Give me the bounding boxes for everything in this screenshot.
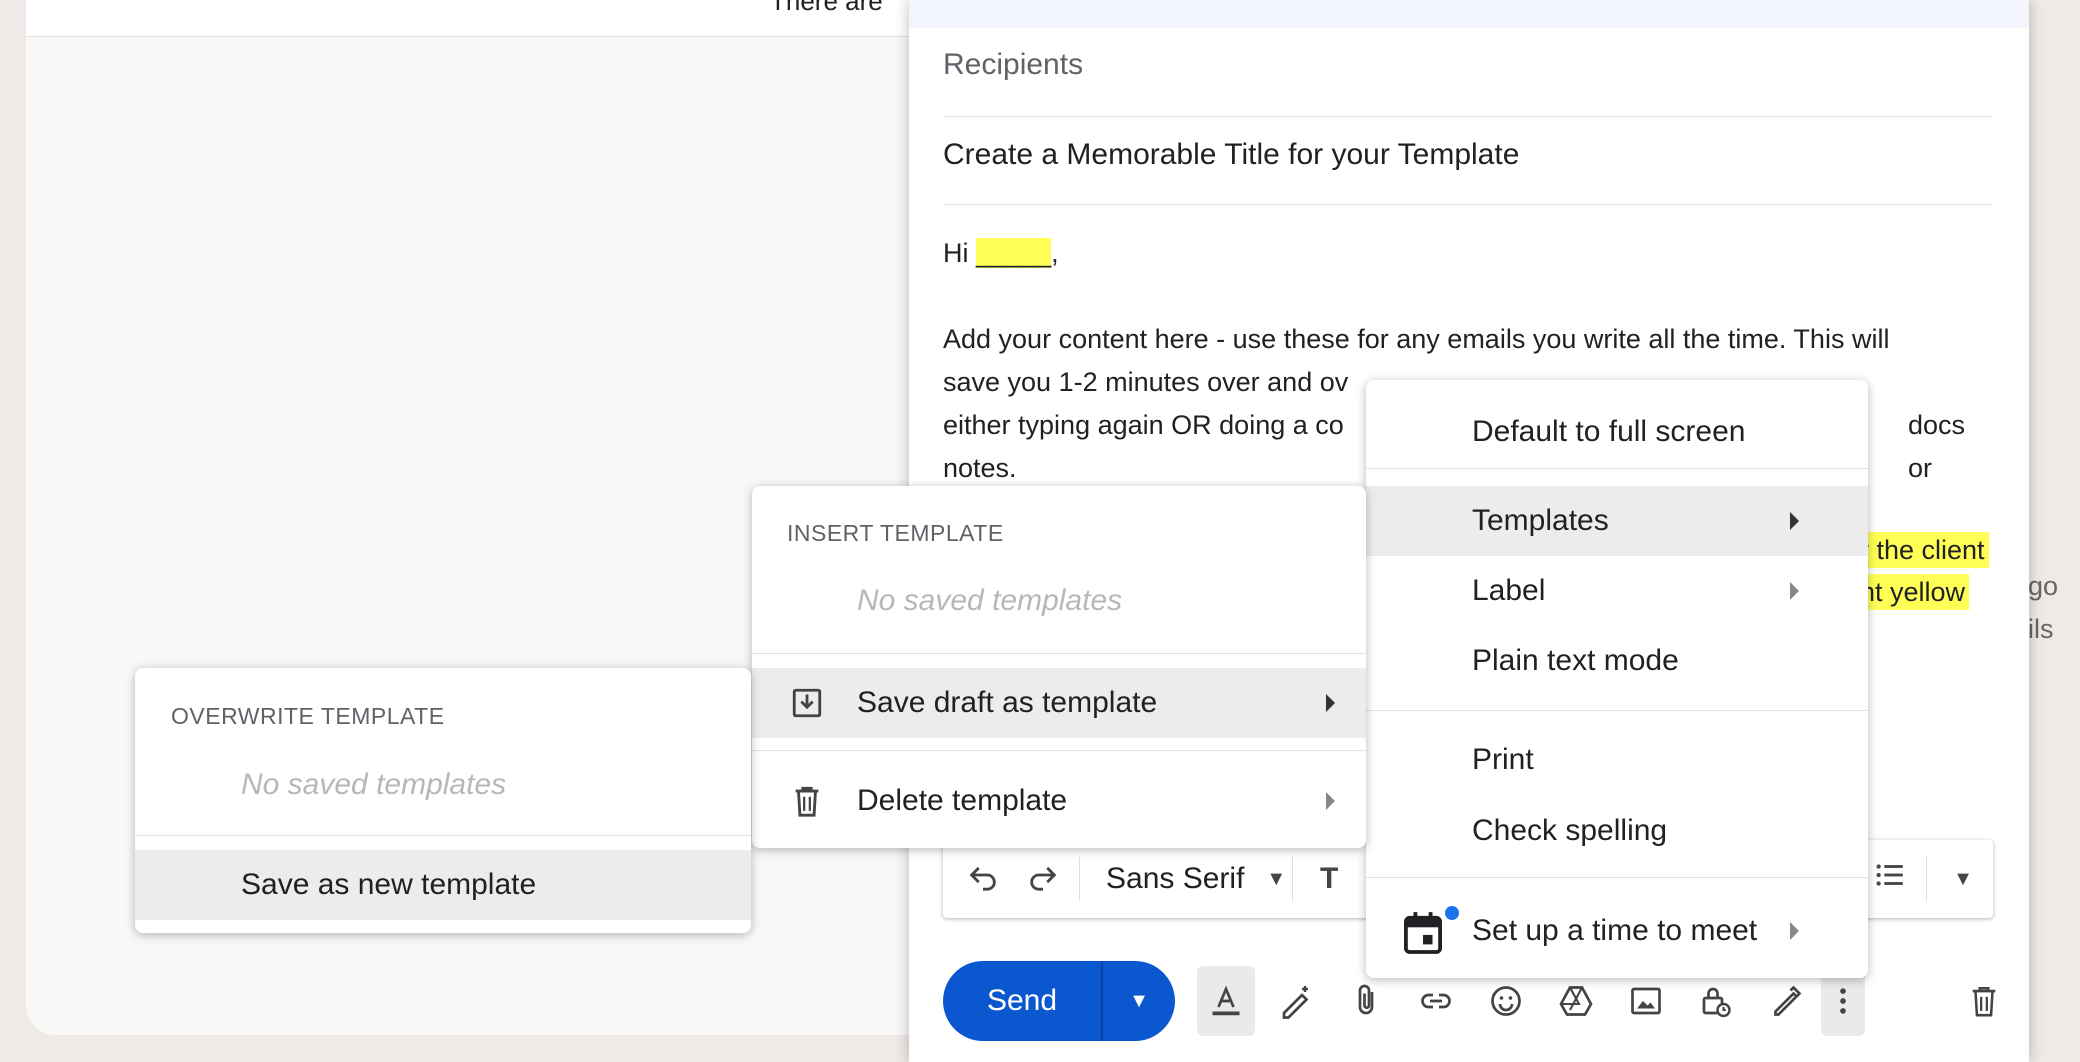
save-template-icon (790, 686, 824, 728)
save-draft-submenu: OVERWRITE TEMPLATE No saved templates Sa… (135, 668, 751, 933)
paragraph-line-3: either typing again OR doing a co (943, 410, 1344, 440)
no-saved-templates-text: No saved templates (857, 584, 1123, 617)
background-right-text-1: go (2028, 571, 2059, 601)
menu-item-label: Save draft as template (857, 686, 1158, 719)
menu-item-label: Check spelling (1472, 814, 1668, 847)
menu-item-label: Set up a time to meet (1472, 914, 1758, 947)
formatting-options-icon[interactable] (1197, 966, 1255, 1036)
toolbar-divider (1292, 857, 1294, 901)
menu-item-label-submenu[interactable]: Label (1366, 556, 1868, 626)
background-right-text-2: ils (2028, 614, 2054, 644)
menu-item-templates[interactable]: Templates (1366, 486, 1868, 556)
highlighted-text-1: r the client (1860, 532, 1989, 568)
menu-item-label: Save as new template (241, 868, 537, 901)
menu-item-check-spelling[interactable]: Check spelling (1366, 795, 1868, 867)
font-family-select[interactable]: Sans Serif (1106, 862, 1244, 896)
calendar-icon (1404, 912, 1442, 962)
submenu-arrow-icon (1326, 792, 1335, 810)
menu-item-save-draft-as-template[interactable]: Save draft as template (752, 668, 1366, 738)
discard-draft-icon[interactable] (1949, 966, 2019, 1036)
menu-item-default-full-screen[interactable]: Default to full screen (1366, 400, 1868, 464)
menu-item-label: Print (1472, 743, 1534, 776)
submenu-arrow-icon (1790, 922, 1799, 940)
text-size-icon[interactable]: T (1299, 862, 1359, 896)
menu-item-save-as-new-template[interactable]: Save as new template (135, 850, 751, 920)
menu-item-delete-template[interactable]: Delete template (752, 766, 1366, 836)
subject-text: Create a Memorable Title for your Templa… (943, 138, 1520, 171)
compose-header (909, 0, 2029, 28)
menu-item-print[interactable]: Print (1366, 725, 1868, 795)
background-peek-text: There are (770, 0, 883, 16)
recipients-field[interactable]: Recipients (943, 48, 1993, 117)
menu-divider (752, 750, 1366, 751)
menu-item-label: Delete template (857, 784, 1068, 817)
menu-item-plain-text-mode[interactable]: Plain text mode (1366, 626, 1868, 696)
more-formatting-icon[interactable]: ▼ (1933, 868, 1993, 891)
send-button[interactable]: Send (943, 984, 1101, 1018)
font-dropdown-icon[interactable]: ▼ (1266, 868, 1286, 891)
menu-divider (1366, 877, 1868, 878)
highlighted-text-2: ht yellow (1860, 574, 1970, 610)
help-me-write-icon[interactable] (1261, 966, 1331, 1036)
templates-submenu: INSERT TEMPLATE No saved templates Save … (752, 486, 1366, 848)
menu-item-label: Label (1472, 574, 1546, 607)
recipients-placeholder: Recipients (943, 48, 1084, 81)
submenu-arrow-icon (1790, 582, 1799, 600)
toolbar-divider (1079, 857, 1080, 901)
no-saved-templates-text: No saved templates (241, 768, 507, 801)
toolbar-divider (1926, 857, 1927, 901)
greeting-blank: _____ (976, 238, 1052, 268)
redo-icon[interactable] (1013, 858, 1073, 901)
greeting-suffix: , (1051, 238, 1059, 268)
paragraph-line-1: Add your content here - use these for an… (943, 324, 1890, 354)
overwrite-template-header: OVERWRITE TEMPLATE (171, 703, 445, 729)
menu-item-label: Templates (1472, 504, 1609, 537)
undo-icon[interactable] (953, 858, 1013, 901)
menu-item-set-up-meeting[interactable]: Set up a time to meet (1366, 892, 1868, 970)
bulleted-list-icon[interactable] (1860, 858, 1920, 901)
notification-dot (1445, 906, 1459, 920)
submenu-arrow-icon (1326, 694, 1335, 712)
subject-field[interactable]: Create a Memorable Title for your Templa… (943, 138, 1993, 205)
submenu-arrow-icon (1790, 512, 1799, 530)
greeting-line: Hi _____, (943, 232, 1983, 275)
menu-divider (1366, 710, 1868, 711)
menu-divider (752, 653, 1366, 654)
greeting-prefix: Hi (943, 238, 976, 268)
delete-icon (792, 784, 822, 826)
menu-divider (135, 835, 751, 836)
more-options-menu: Default to full screen Templates Label P… (1366, 380, 1868, 978)
paragraph-line-3-end: docs or (1908, 410, 1966, 483)
send-button-group: Send ▼ (943, 961, 1175, 1041)
schedule-send-dropdown-icon[interactable]: ▼ (1103, 990, 1175, 1013)
menu-item-label: Plain text mode (1472, 644, 1679, 677)
menu-item-label: Default to full screen (1472, 415, 1746, 448)
menu-divider (1366, 468, 1868, 469)
insert-template-header: INSERT TEMPLATE (787, 520, 1004, 546)
